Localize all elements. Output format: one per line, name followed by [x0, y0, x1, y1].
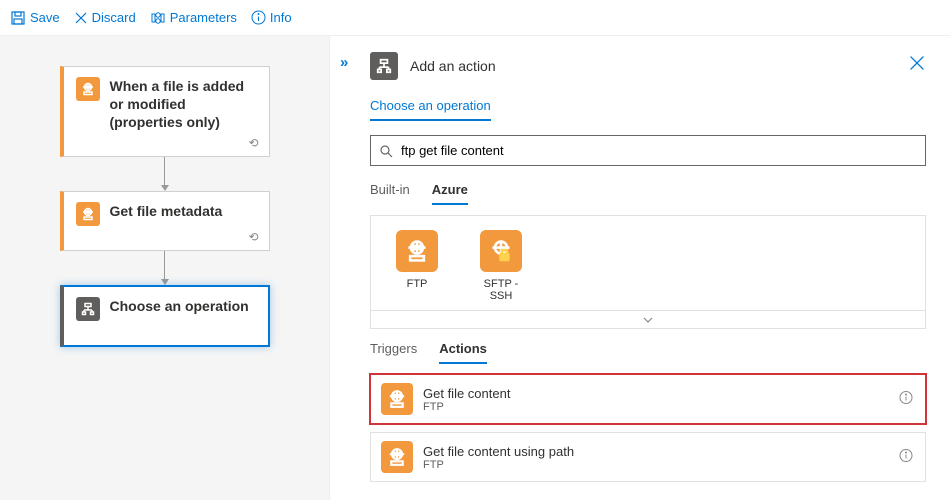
- connector-label: FTP: [407, 278, 428, 290]
- close-icon: [908, 54, 926, 72]
- connector-grid: FTP SFTP - SSH: [370, 215, 926, 311]
- tab-azure[interactable]: Azure: [432, 182, 468, 205]
- ftp-icon: [76, 77, 100, 101]
- action-subtitle: FTP: [423, 401, 510, 413]
- card-title: Get file metadata: [110, 202, 223, 220]
- search-input[interactable]: [399, 142, 917, 159]
- info-icon: [899, 449, 913, 463]
- command-bar: Save Discard Parameters Info: [0, 0, 950, 36]
- info-icon: [251, 10, 266, 25]
- action-get-file-content-path[interactable]: Get file content using path FTP: [370, 432, 926, 482]
- designer-canvas[interactable]: When a file is added or modified (proper…: [0, 36, 330, 500]
- action-panel: » Add an action Choose an operation Buil…: [330, 36, 950, 500]
- discard-button[interactable]: Discard: [74, 10, 136, 25]
- sftp-icon: [480, 230, 522, 272]
- trigger-card[interactable]: When a file is added or modified (proper…: [60, 66, 270, 157]
- expand-connectors-button[interactable]: [370, 311, 926, 329]
- scope-tabs: Built-in Azure: [370, 182, 926, 205]
- ftp-icon: [381, 383, 413, 415]
- ftp-icon: [76, 202, 100, 226]
- choose-operation-card[interactable]: Choose an operation: [60, 285, 270, 347]
- save-icon: [10, 10, 26, 26]
- discard-label: Discard: [92, 10, 136, 25]
- operation-icon: [76, 297, 100, 321]
- parameters-button[interactable]: Parameters: [150, 10, 237, 26]
- info-label: Info: [270, 10, 292, 25]
- tab-actions[interactable]: Actions: [439, 341, 487, 364]
- action-info-button[interactable]: [899, 449, 913, 466]
- parameters-icon: [150, 10, 166, 26]
- link-icon: ⟲: [248, 136, 258, 150]
- search-icon: [379, 144, 393, 158]
- connector-sftp[interactable]: SFTP - SSH: [473, 230, 529, 302]
- operation-icon: [370, 52, 398, 80]
- save-label: Save: [30, 10, 60, 25]
- connector-arrow: [161, 157, 169, 191]
- tab-triggers[interactable]: Triggers: [370, 341, 417, 364]
- section-label: Choose an operation: [370, 98, 491, 121]
- ftp-icon: [381, 441, 413, 473]
- action-card-metadata[interactable]: Get file metadata ⟲: [60, 191, 270, 251]
- connector-ftp[interactable]: FTP: [389, 230, 445, 302]
- info-icon: [899, 391, 913, 405]
- card-title: Choose an operation: [110, 297, 249, 315]
- connector-label: SFTP - SSH: [473, 278, 529, 302]
- action-title: Get file content using path: [423, 444, 574, 459]
- action-info-button[interactable]: [899, 391, 913, 408]
- action-subtitle: FTP: [423, 459, 574, 471]
- kind-tabs: Triggers Actions: [370, 341, 926, 364]
- close-panel-button[interactable]: [908, 54, 926, 78]
- tab-built-in[interactable]: Built-in: [370, 182, 410, 205]
- card-title: When a file is added or modified (proper…: [110, 77, 257, 132]
- link-icon: ⟲: [248, 230, 258, 244]
- ftp-icon: [396, 230, 438, 272]
- search-box[interactable]: [370, 135, 926, 166]
- discard-icon: [74, 11, 88, 25]
- save-button[interactable]: Save: [10, 10, 60, 26]
- collapse-panel-button[interactable]: »: [340, 54, 348, 71]
- connector-arrow: [161, 251, 169, 285]
- parameters-label: Parameters: [170, 10, 237, 25]
- info-button[interactable]: Info: [251, 10, 292, 25]
- panel-title: Add an action: [410, 58, 496, 74]
- chevron-down-icon: [642, 316, 654, 324]
- action-get-file-content[interactable]: Get file content FTP: [370, 374, 926, 424]
- action-title: Get file content: [423, 386, 510, 401]
